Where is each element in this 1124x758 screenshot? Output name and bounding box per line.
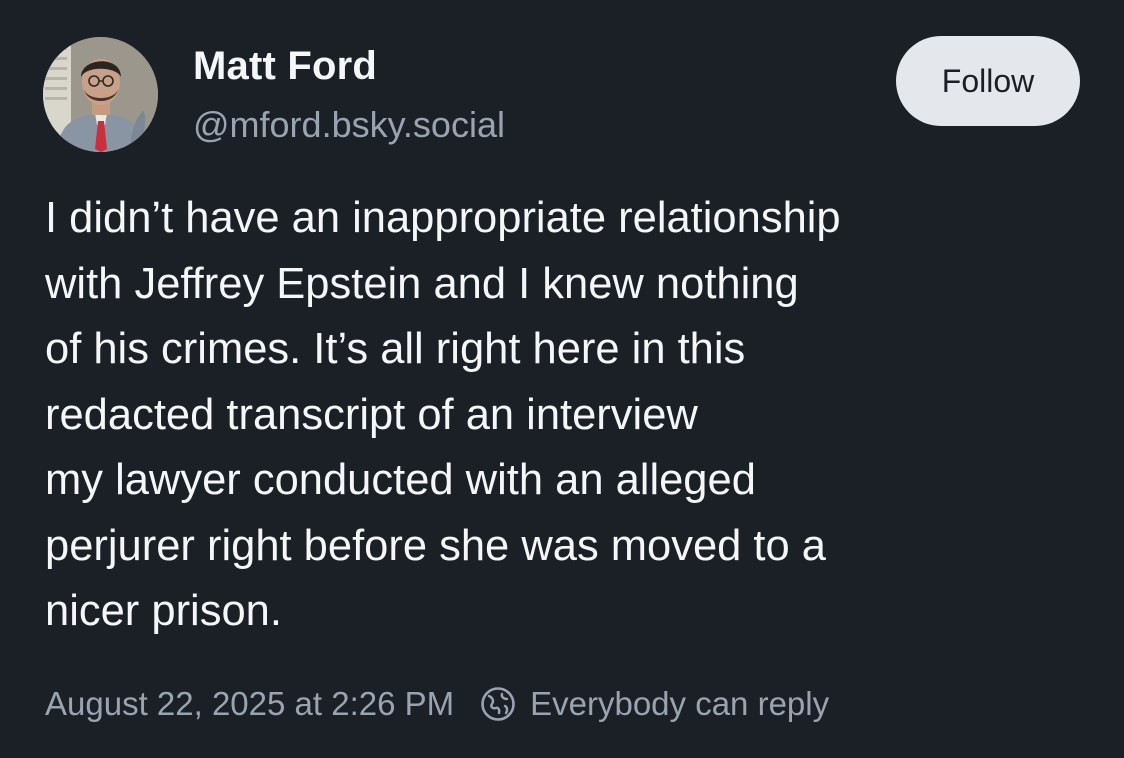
post-text: I didn’t have an inappropriate relations… — [45, 186, 1105, 645]
post-text-line: with Jeffrey Epstein and I knew nothing — [45, 259, 799, 308]
post-footer: August 22, 2025 at 2:26 PM Everybody can… — [45, 682, 829, 726]
post-timestamp[interactable]: August 22, 2025 at 2:26 PM — [45, 685, 454, 723]
post-card: Matt Ford @mford.bsky.social Follow I di… — [0, 0, 1124, 758]
post-text-line: I didn’t have an inappropriate relations… — [45, 194, 841, 242]
post-text-line: redacted transcript of an interview — [45, 390, 698, 439]
post-text-line: nicer prison. — [45, 587, 282, 635]
follow-button[interactable]: Follow — [896, 36, 1080, 126]
avatar[interactable] — [43, 37, 158, 152]
post-text-line: perjurer right before she was moved to a — [45, 521, 826, 570]
post-text-line: my lawyer conducted with an alleged — [45, 456, 756, 504]
author-display-name[interactable]: Matt Ford — [193, 44, 377, 89]
globe-icon — [480, 686, 516, 722]
reply-setting-label: Everybody can reply — [530, 685, 830, 722]
author-handle[interactable]: @mford.bsky.social — [193, 104, 505, 146]
post-text-line: of his crimes. It’s all right here in th… — [45, 325, 746, 373]
